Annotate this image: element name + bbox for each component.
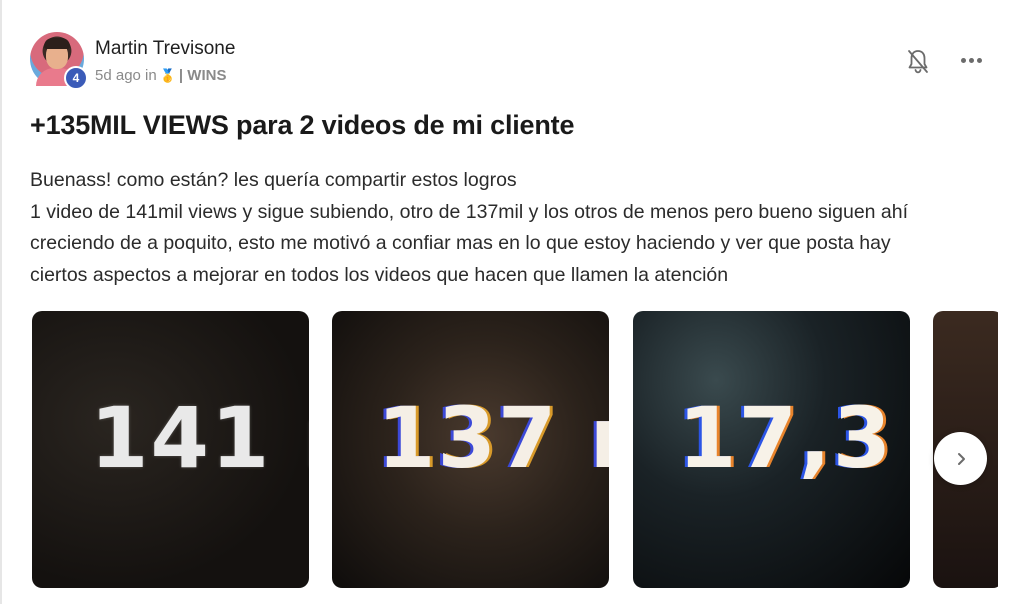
category-medal-icon: 🥇 xyxy=(159,67,176,83)
image-view-count: 141 n xyxy=(90,389,309,487)
post-category[interactable]: | WINS xyxy=(179,67,227,84)
chevron-right-icon xyxy=(957,452,965,465)
level-badge: 4 xyxy=(64,66,88,90)
image-view-count: 137 n xyxy=(377,389,609,487)
post-time: 5d ago in xyxy=(95,67,157,84)
post-meta: 5d ago in 🥇 | WINS xyxy=(95,67,226,84)
author-name[interactable]: Martin Trevisone xyxy=(95,38,235,60)
gallery-image[interactable]: 17,3 i xyxy=(633,311,910,588)
post-body: Buenass! como están? les quería comparti… xyxy=(30,165,995,291)
image-gallery: 141 n 137 n 17,3 i xyxy=(32,311,998,589)
post-body-line: Buenass! como están? les quería comparti… xyxy=(30,169,517,191)
gallery-next-button[interactable] xyxy=(934,432,987,485)
page-left-border xyxy=(0,0,2,604)
bell-off-icon[interactable] xyxy=(906,48,930,76)
post-title: +135MIL VIEWS para 2 videos de mi client… xyxy=(30,110,575,140)
more-dot xyxy=(968,57,974,63)
post-header: 4 Martin Trevisone 5d ago in 🥇 | WINS xyxy=(30,32,1000,92)
post-body-line: creciendo de a poquito, esto me motivó a… xyxy=(30,232,891,254)
gallery-image[interactable]: 141 n xyxy=(32,311,309,588)
more-dot xyxy=(976,57,982,63)
gallery-image[interactable]: 137 n xyxy=(332,311,609,588)
more-options-icon[interactable] xyxy=(958,50,984,70)
post-body-line: 1 video de 141mil views y sigue subiendo… xyxy=(30,200,909,223)
image-view-count: 17,3 i xyxy=(678,389,910,487)
post-body-line: ciertos aspectos a mejorar en todos los … xyxy=(30,263,729,286)
avatar-hair xyxy=(44,38,70,49)
more-dot xyxy=(960,57,966,63)
